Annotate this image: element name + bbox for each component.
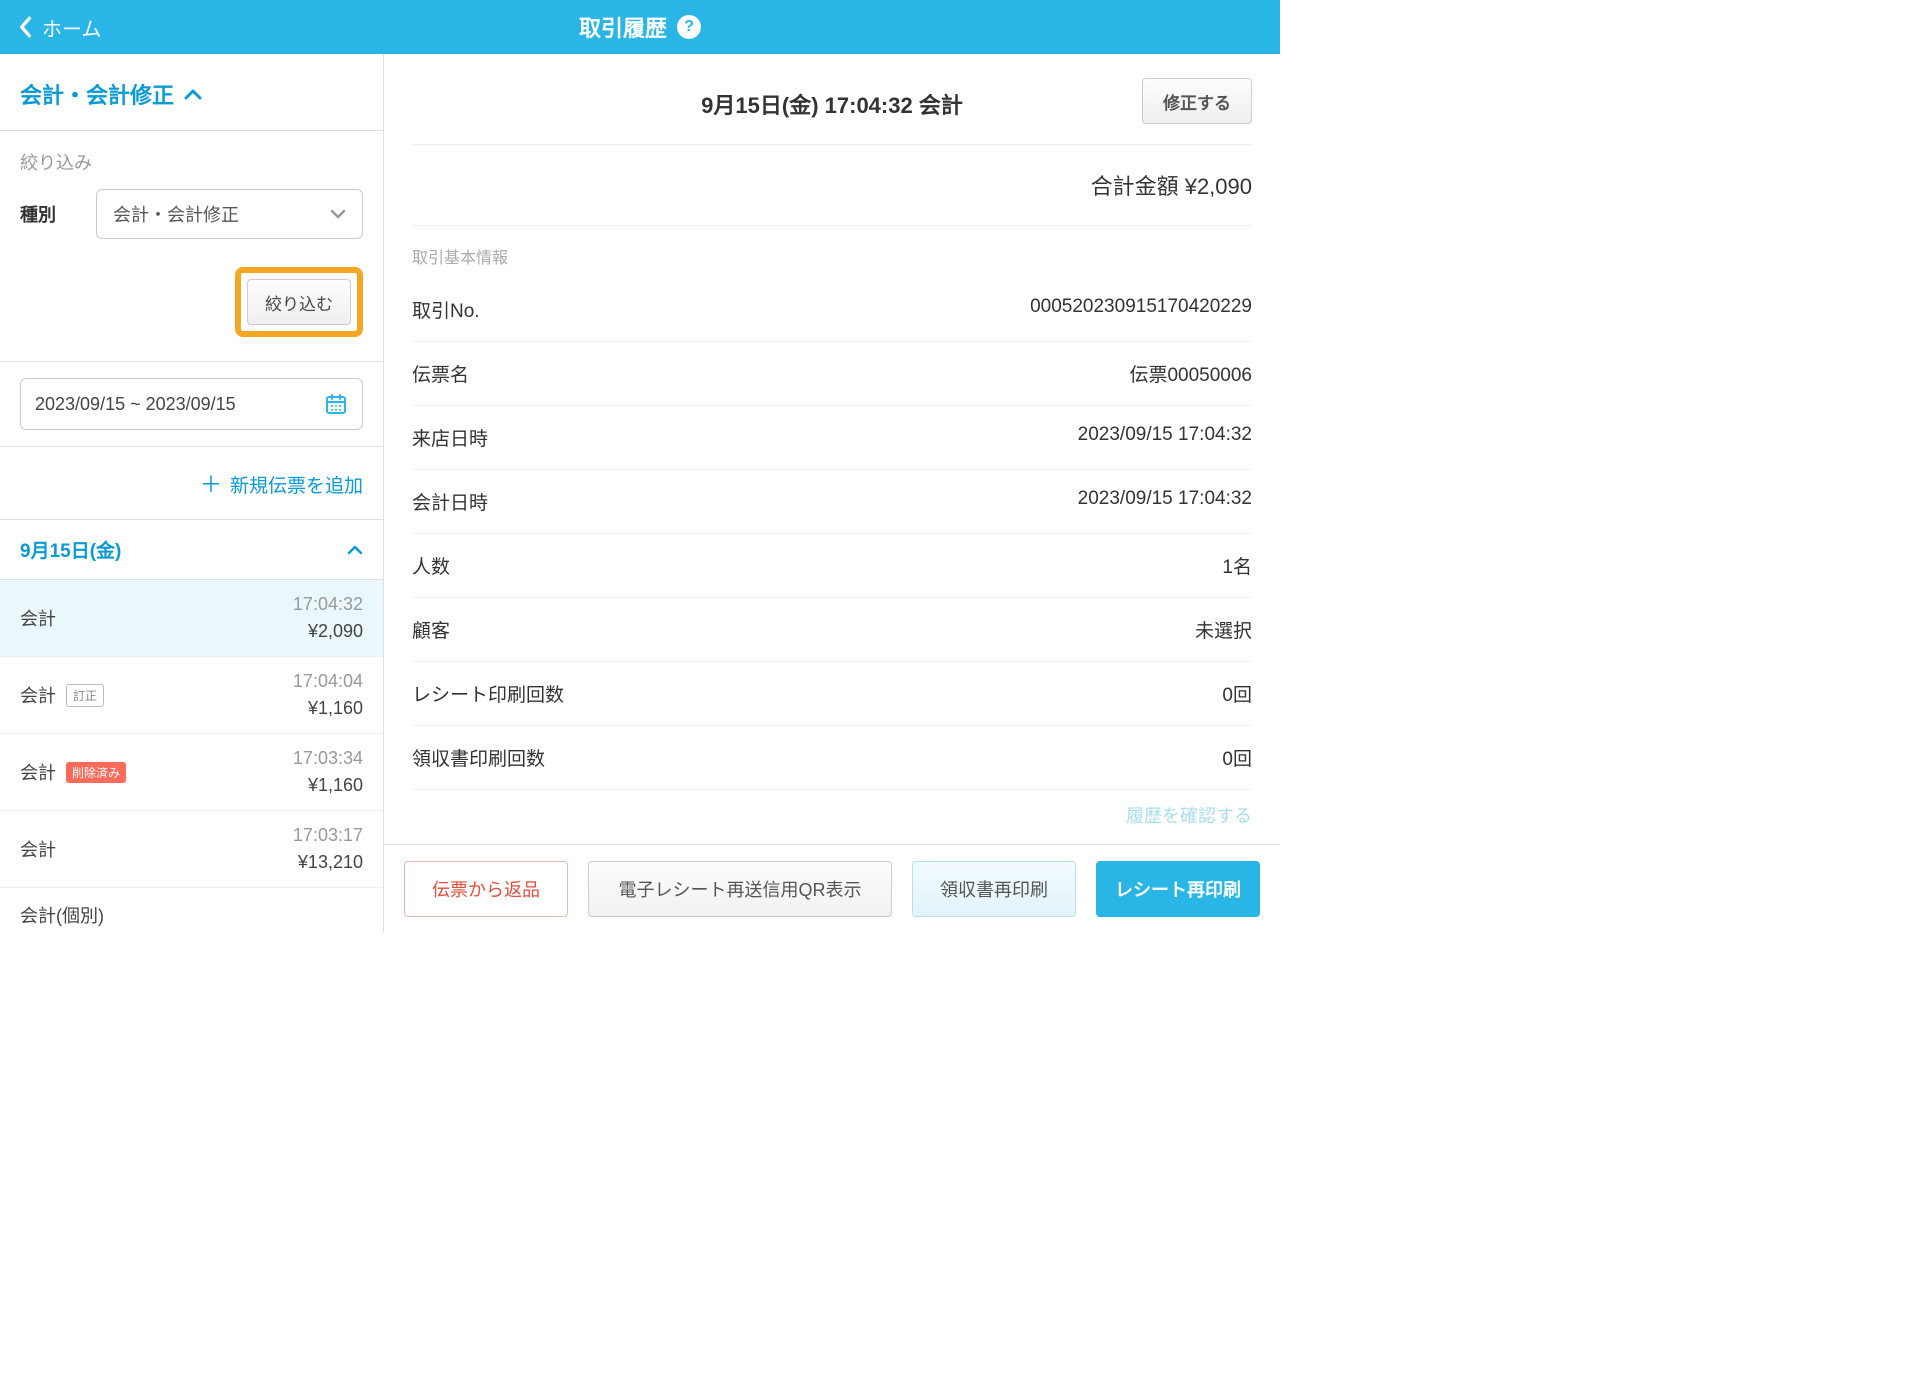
chevron-up-icon	[347, 545, 363, 555]
date-group-label: 9月15日(金)	[20, 536, 121, 563]
info-row-memo: メモ 未入力	[412, 834, 1252, 844]
info-value: 未選択	[1195, 616, 1252, 643]
receipt-reprint-button[interactable]: レシート再印刷	[1096, 861, 1260, 917]
action-bar: 伝票から返品 電子レシート再送信用QR表示 領収書再印刷 レシート再印刷	[384, 844, 1280, 933]
add-slip-label: 新規伝票を追加	[230, 476, 363, 497]
transaction-title: 会計	[20, 836, 56, 862]
sidebar: 会計・会計修正 絞り込み 種別 会計・会計修正 絞り込む	[0, 54, 384, 933]
main-panel: 9月15日(金) 17:04:32 会計 修正する 合計金額 ¥2,090 取引…	[384, 54, 1280, 933]
date-range-picker[interactable]: 2023/09/15 ~ 2023/09/15	[20, 378, 363, 430]
top-bar: ホーム 取引履歴 ?	[0, 0, 1280, 54]
calendar-icon	[324, 392, 348, 416]
info-row: 会計日時 2023/09/15 17:04:32	[412, 470, 1252, 534]
info-row: 人数 1名	[412, 534, 1252, 598]
info-row: 伝票名 伝票00050006	[412, 342, 1252, 406]
ryoshusho-button-label: 領収書再印刷	[940, 876, 1048, 902]
edit-button-label: 修正する	[1163, 89, 1231, 114]
info-label: 伝票名	[412, 360, 469, 387]
info-value: 伝票00050006	[1129, 360, 1252, 387]
info-value: 0回	[1222, 744, 1252, 771]
back-button[interactable]: ホーム	[0, 0, 119, 54]
ryoshusho-reprint-button[interactable]: 領収書再印刷	[912, 861, 1076, 917]
transaction-amount: ¥13,210	[298, 852, 363, 872]
transaction-time: 17:03:17	[293, 825, 363, 846]
history-link[interactable]: 履歴を確認する	[412, 790, 1252, 834]
info-row: 来店日時 2023/09/15 17:04:32	[412, 406, 1252, 470]
total-value: ¥2,090	[1185, 174, 1252, 199]
chevron-down-icon	[330, 209, 346, 219]
filter-submit-button[interactable]: 絞り込む	[247, 279, 351, 325]
transaction-title: 会計	[20, 759, 56, 785]
date-group-toggle[interactable]: 9月15日(金)	[0, 520, 383, 580]
info-label: レシート印刷回数	[412, 680, 564, 707]
filter-type-value: 会計・会計修正	[113, 201, 239, 227]
chevron-left-icon	[18, 16, 32, 38]
transaction-item[interactable]: 会計削除済み 17:03:34 ¥1,160	[0, 734, 383, 811]
add-slip-link[interactable]: ＋ 新規伝票を追加	[0, 447, 383, 520]
section-label: 取引基本情報	[412, 226, 1252, 278]
transaction-time: 17:03:34	[293, 748, 363, 769]
chevron-up-icon	[184, 88, 202, 100]
transaction-amount: ¥1,160	[308, 698, 363, 718]
total-line: 合計金額 ¥2,090	[412, 145, 1252, 226]
transaction-time: 17:04:04	[293, 671, 363, 692]
transaction-title: 会計	[20, 682, 56, 708]
info-label: 領収書印刷回数	[412, 744, 545, 771]
back-label: ホーム	[42, 13, 101, 42]
info-label: 人数	[412, 552, 450, 579]
deleted-badge: 削除済み	[66, 762, 126, 783]
info-row: 取引No. 000520230915170420229	[412, 278, 1252, 342]
filter-submit-label: 絞り込む	[265, 290, 333, 315]
info-value: 2023/09/15 17:04:32	[1078, 424, 1252, 451]
qr-resend-button[interactable]: 電子レシート再送信用QR表示	[588, 861, 892, 917]
info-label: 来店日時	[412, 424, 488, 451]
info-value: 1名	[1222, 552, 1252, 579]
date-range-value: 2023/09/15 ~ 2023/09/15	[35, 394, 236, 415]
info-label: 顧客	[412, 616, 450, 643]
info-value: 2023/09/15 17:04:32	[1078, 488, 1252, 515]
edit-button[interactable]: 修正する	[1142, 78, 1252, 124]
transaction-item[interactable]: 会計 17:04:32 ¥2,090	[0, 580, 383, 657]
sidebar-header-label: 会計・会計修正	[20, 78, 174, 110]
filter-block: 絞り込み 種別 会計・会計修正 絞り込む 2023/09/15 ~ 2023/0…	[0, 131, 383, 447]
transaction-list: 9月15日(金) 会計17:04:32¥2,090会計訂正17:04:04¥1,…	[0, 520, 383, 933]
page-title-wrap: 取引履歴 ?	[579, 11, 701, 43]
transaction-time: 17:04:32	[293, 594, 363, 615]
transaction-amount: ¥2,090	[308, 621, 363, 641]
detail-title: 9月15日(金) 17:04:32 会計	[701, 93, 963, 118]
info-row: 領収書印刷回数 0回	[412, 726, 1252, 790]
sidebar-section-toggle[interactable]: 会計・会計修正	[0, 54, 383, 131]
filter-type-select[interactable]: 会計・会計修正	[96, 189, 363, 239]
qr-button-label: 電子レシート再送信用QR表示	[619, 876, 862, 902]
return-button-label: 伝票から返品	[432, 876, 540, 902]
receipt-button-label: レシート再印刷	[1115, 876, 1241, 902]
info-row: レシート印刷回数 0回	[412, 662, 1252, 726]
transaction-title: 会計	[20, 605, 56, 631]
transaction-item-partial[interactable]: 会計(個別)	[0, 888, 383, 933]
transaction-amount: ¥1,160	[308, 775, 363, 795]
info-row: 顧客 未選択	[412, 598, 1252, 662]
return-from-slip-button[interactable]: 伝票から返品	[404, 861, 568, 917]
plus-icon: ＋	[200, 472, 222, 497]
history-link-label: 履歴を確認する	[1126, 806, 1252, 826]
page-title: 取引履歴	[579, 11, 667, 43]
info-value: 000520230915170420229	[1030, 296, 1252, 323]
info-value: 0回	[1222, 680, 1252, 707]
help-icon[interactable]: ?	[677, 15, 701, 39]
total-label: 合計金額	[1091, 174, 1179, 199]
info-label: 会計日時	[412, 488, 488, 515]
transaction-item[interactable]: 会計 17:03:17 ¥13,210	[0, 811, 383, 888]
transaction-title: 会計(個別)	[20, 902, 104, 928]
transaction-item[interactable]: 会計訂正 17:04:04 ¥1,160	[0, 657, 383, 734]
info-label: 取引No.	[412, 296, 480, 323]
filter-submit-highlight: 絞り込む	[235, 267, 363, 337]
corrected-badge: 訂正	[66, 684, 104, 707]
filter-type-label: 種別	[20, 201, 76, 227]
filter-title: 絞り込み	[20, 149, 363, 175]
detail-header: 9月15日(金) 17:04:32 会計 修正する	[412, 54, 1252, 145]
